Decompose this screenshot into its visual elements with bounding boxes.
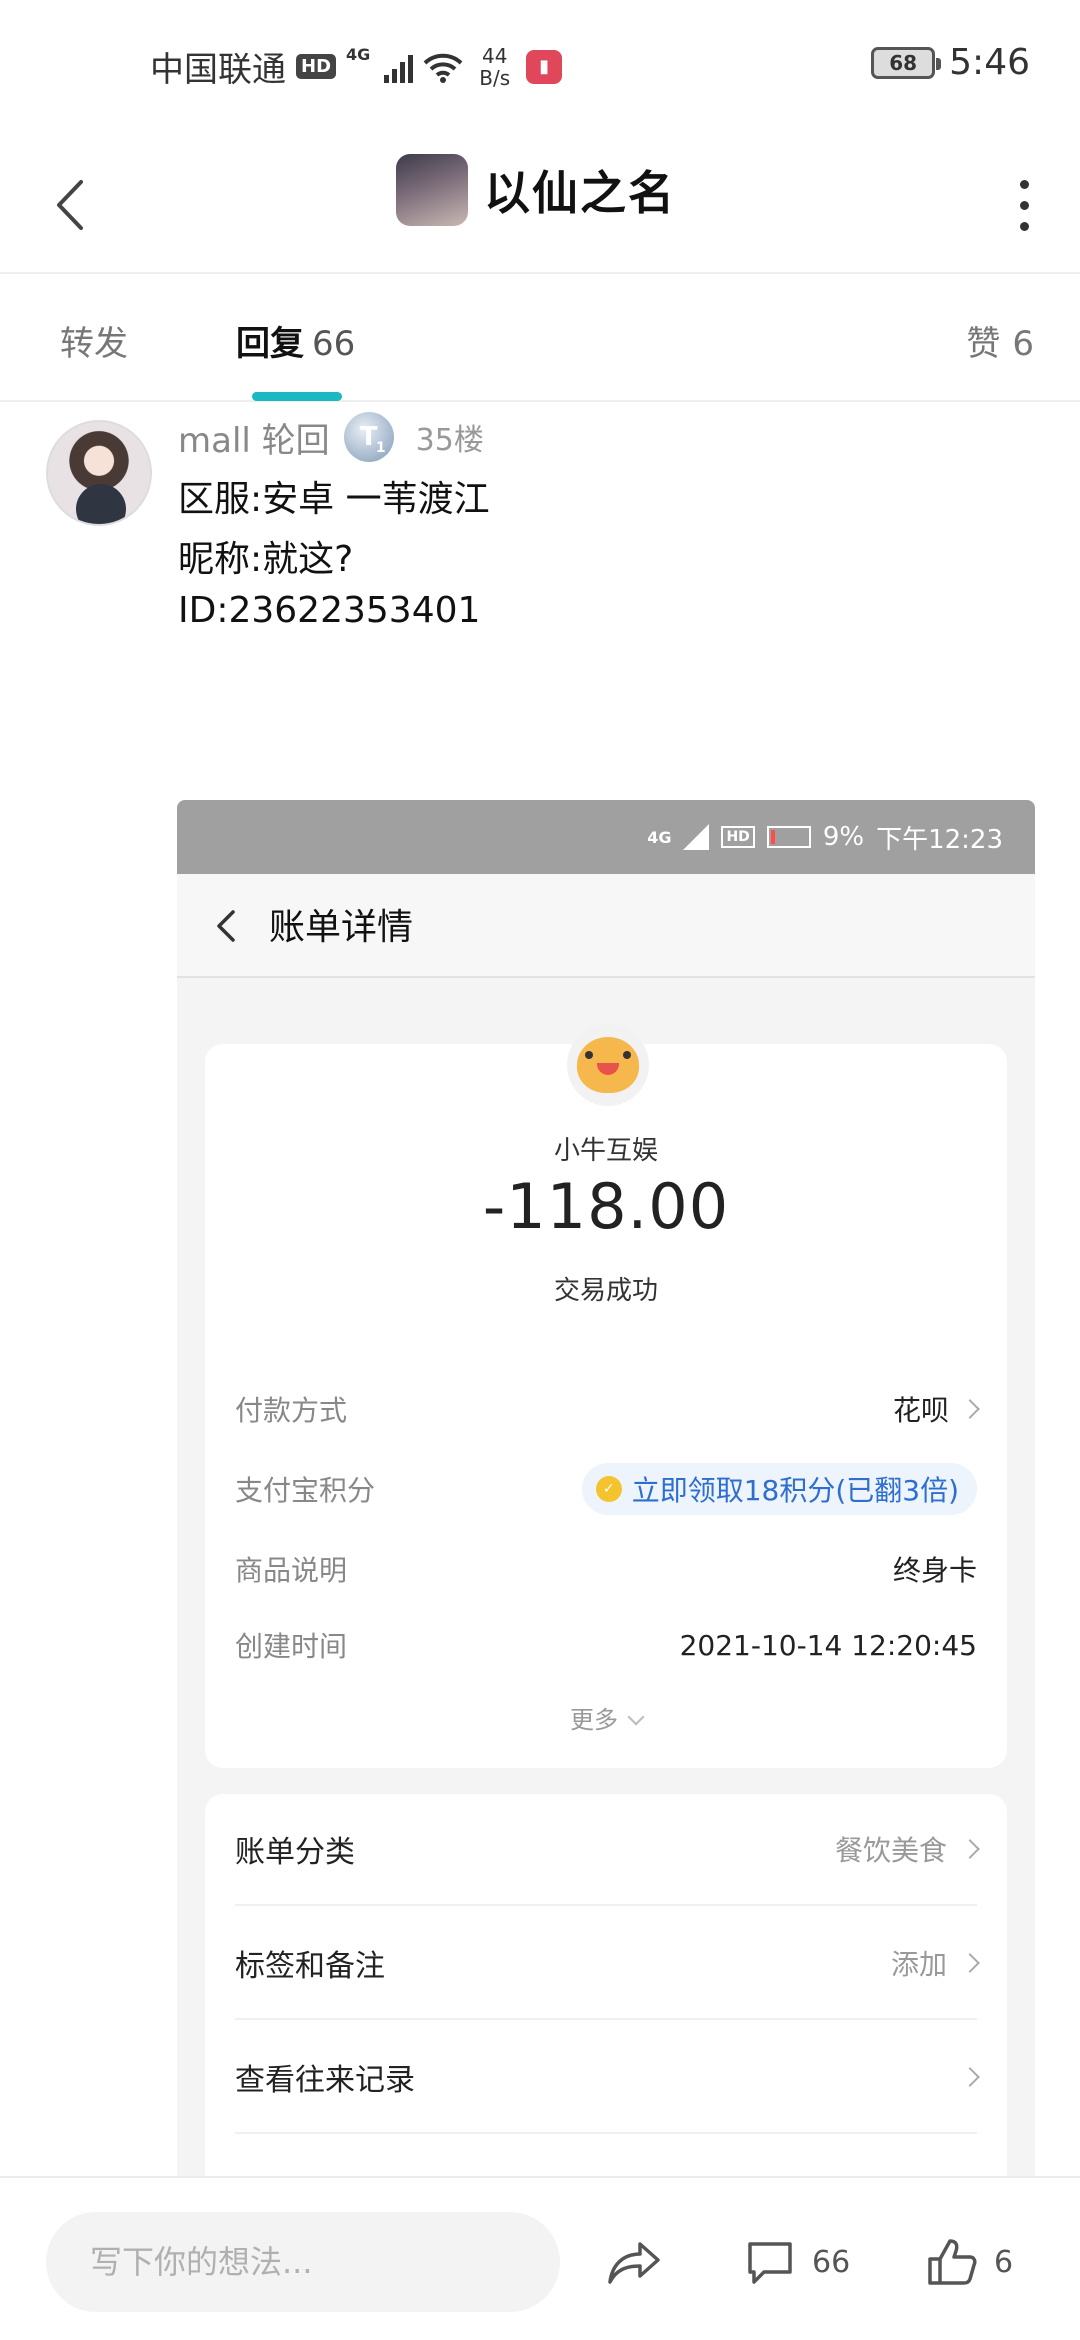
tab-forward-label: 转发	[60, 324, 128, 364]
detail-key: 付款方式	[235, 1394, 348, 1427]
points-pill: ✓ 立即领取18积分(已翻3倍)	[581, 1463, 977, 1515]
embedded-clock: 下午12:23	[876, 824, 1003, 855]
tab-reply[interactable]: 回复 66	[236, 316, 355, 365]
detail-row: 付款方式 花呗	[235, 1384, 980, 1434]
more-options-button[interactable]	[1012, 170, 1036, 240]
tab-forward[interactable]: 转发	[60, 316, 128, 365]
bill-amount: -118.00	[482, 1170, 730, 1243]
comment-input[interactable]	[46, 2212, 560, 2312]
net-speed-value: 44	[482, 43, 508, 68]
level-badge-number: 1	[375, 440, 386, 456]
detail-key: 支付宝积分	[235, 1474, 376, 1507]
post-text-line: 区服:安卓 一苇渡江	[178, 479, 490, 520]
detail-key: 商品说明	[235, 1554, 348, 1587]
page-title: 以仙之名	[484, 166, 676, 220]
status-bar: 中国联通 HD 4G 44 B/s ▮ 68 5:46	[0, 0, 1080, 130]
share-icon	[608, 2242, 660, 2284]
level-badge-letter: T	[359, 422, 378, 452]
post-text-line: 昵称:就这?	[178, 539, 354, 580]
level-badge: T1	[343, 412, 394, 462]
back-button[interactable]	[40, 160, 100, 250]
detail-value: 终身卡	[892, 1554, 977, 1587]
tab-like-count: 6	[1012, 324, 1034, 364]
transaction-status: 交易成功	[553, 1276, 658, 1306]
like-count: 6	[994, 2244, 1014, 2280]
list-item-value: 餐饮美食	[834, 1834, 947, 1867]
embedded-signal-icon	[683, 824, 710, 850]
tab-bar: 转发 回复 66 赞6	[0, 276, 1080, 402]
embedded-header: 账单详情	[177, 874, 1035, 978]
detail-key: 创建时间	[235, 1630, 348, 1663]
carrier-label: 中国联通	[150, 50, 286, 90]
net-speed-unit: B/s	[479, 65, 511, 90]
battery-icon: 68	[871, 46, 942, 79]
list-item-value: 添加	[890, 1948, 947, 1981]
bottom-action-bar: 66 6	[0, 2176, 1080, 2340]
like-button[interactable]: 6	[926, 2222, 1013, 2302]
list-item: 查看往来记录	[235, 2022, 980, 2134]
embedded-battery-percent: 9%	[822, 822, 865, 852]
list-item-label: 查看往来记录	[235, 2063, 415, 2098]
embedded-hd-icon: HD	[721, 826, 755, 848]
comment-icon	[748, 2242, 792, 2284]
post-meta: mall 轮回 T1 35楼	[178, 412, 484, 462]
battery-level: 68	[889, 50, 918, 75]
list-item: 标签和备注 添加	[235, 1908, 980, 2020]
forum-title-group[interactable]: 以仙之名	[396, 154, 676, 226]
chevron-right-icon	[960, 1399, 980, 1419]
signal-icon	[384, 51, 414, 83]
forum-avatar	[396, 154, 468, 226]
book-app-icon: ▮	[526, 49, 563, 84]
list-item-label: 账单分类	[235, 1835, 355, 1870]
merchant-name: 小牛互娱	[553, 1136, 658, 1166]
username[interactable]: mall 轮回	[178, 413, 330, 462]
tab-like[interactable]: 赞6	[966, 316, 1034, 365]
chevron-right-icon	[960, 1839, 980, 1859]
share-button[interactable]	[606, 2222, 662, 2302]
post-text-line: ID:23622353401	[178, 590, 481, 631]
list-item: 账单分类 餐饮美食	[235, 1794, 980, 1906]
merchant-logo-icon	[567, 1024, 649, 1106]
list-item: AA收款	[235, 2136, 977, 2180]
active-tab-indicator	[252, 392, 342, 401]
reply-button[interactable]: 66	[744, 2222, 850, 2302]
list-item-label: 标签和备注	[235, 1949, 385, 1984]
chevron-right-icon	[960, 1953, 980, 1973]
coin-icon: ✓	[595, 1476, 622, 1502]
wifi-icon	[423, 53, 463, 83]
network-type: 4G	[346, 45, 371, 64]
avatar[interactable]	[46, 420, 152, 526]
bill-summary-card: 小牛互娱 -118.00 交易成功 付款方式 花呗 支付宝积分 ✓ 立即领取18积…	[205, 1024, 1007, 1768]
hd-icon: HD	[296, 54, 337, 79]
detail-row: 支付宝积分 ✓ 立即领取18积分(已翻3倍)	[235, 1463, 977, 1515]
clock: 5:46	[949, 42, 1030, 83]
detail-value: 2021-10-14 12:20:45	[679, 1628, 977, 1662]
tab-reply-label: 回复	[236, 324, 304, 364]
embedded-status-bar: 4G HD 9% 下午12:23	[177, 800, 1035, 874]
embedded-battery-icon	[766, 826, 811, 848]
status-left: 中国联通 HD 4G 44 B/s ▮	[150, 42, 563, 91]
chevron-down-icon	[627, 1708, 645, 1726]
more-details: 更多	[205, 1700, 1007, 1735]
reply-count: 66	[812, 2244, 851, 2280]
detail-row: 创建时间 2021-10-14 12:20:45	[235, 1620, 977, 1670]
bill-actions-card: 账单分类 餐饮美食 标签和备注 添加 查看往来记录 AA收款	[205, 1794, 1007, 2180]
floor-number: 35楼	[415, 423, 484, 458]
detail-value: 花呗	[892, 1394, 949, 1427]
net-speed: 44 B/s	[479, 45, 510, 89]
embedded-network-type: 4G	[647, 827, 672, 847]
tab-reply-count: 66	[312, 324, 356, 364]
top-app-bar: 以仙之名	[0, 140, 1080, 274]
chevron-left-icon	[57, 180, 83, 230]
chevron-right-icon	[960, 2067, 980, 2087]
thumbs-up-icon	[928, 2239, 977, 2285]
tab-like-label: 赞	[966, 324, 1001, 364]
detail-row: 商品说明 终身卡	[235, 1544, 977, 1594]
more-details-label: 更多	[570, 1706, 618, 1734]
detail-value: 立即领取18积分(已翻3倍)	[631, 1474, 959, 1507]
chevron-left-icon	[217, 910, 235, 942]
status-right: 68 5:46	[871, 42, 1030, 83]
embedded-title: 账单详情	[269, 907, 414, 948]
post-image[interactable]: 4G HD 9% 下午12:23 账单详情 小牛互娱 -118.00 交易成功 …	[177, 800, 1035, 2180]
